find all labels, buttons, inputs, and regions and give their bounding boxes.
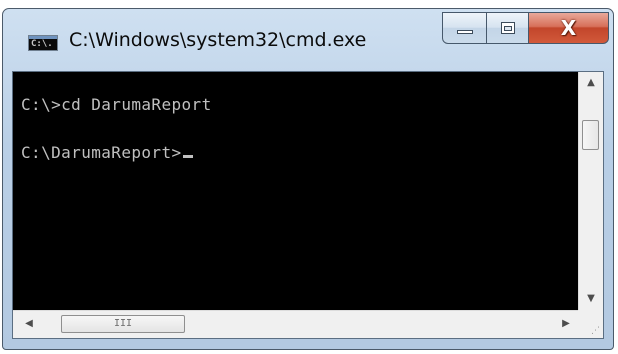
close-button[interactable]: X [529, 12, 609, 44]
minimize-button[interactable] [442, 12, 487, 44]
text-cursor [182, 155, 193, 158]
console-line-text: C:\>cd DarumaReport [21, 95, 212, 114]
console-output[interactable]: C:\>cd DarumaReport C:\DarumaReport> [13, 72, 578, 310]
console-prompt-line: C:\DarumaReport> [21, 143, 193, 162]
close-icon: X [560, 16, 577, 40]
vertical-scrollbar[interactable]: ▲ ▼ [578, 72, 603, 310]
console-line: C:\>cd DarumaReport [21, 95, 212, 114]
scroll-down-arrow-icon[interactable]: ▼ [579, 288, 603, 310]
app-icon-label: C:\. [31, 39, 53, 49]
horizontal-scroll-thumb[interactable]: III [61, 315, 185, 333]
minimize-icon [457, 30, 473, 34]
grip-icon: III [113, 318, 133, 329]
horizontal-scrollbar[interactable]: ◀ III ▶ [13, 310, 578, 338]
resize-grip-icon: ⋰ [591, 326, 600, 336]
cmd-window: C:\. C:\Windows\system32\cmd.exe X C:\>c… [2, 8, 614, 350]
title-bar[interactable]: C:\. C:\Windows\system32\cmd.exe X [3, 9, 613, 71]
vertical-scroll-thumb[interactable] [582, 120, 599, 150]
scroll-left-arrow-icon[interactable]: ◀ [17, 311, 41, 339]
scroll-up-arrow-icon[interactable]: ▲ [579, 72, 603, 94]
console-app-icon[interactable]: C:\. [28, 35, 58, 51]
resize-grip[interactable]: ⋰ [578, 310, 603, 338]
console-prompt-text: C:\DarumaReport> [21, 143, 182, 162]
window-title: C:\Windows\system32\cmd.exe [69, 29, 367, 51]
maximize-button[interactable] [487, 12, 529, 44]
scroll-right-arrow-icon[interactable]: ▶ [554, 311, 578, 339]
caption-buttons: X [442, 12, 609, 44]
console-client-area: C:\>cd DarumaReport C:\DarumaReport> ▲ ▼… [12, 71, 604, 339]
maximize-icon [501, 22, 515, 34]
